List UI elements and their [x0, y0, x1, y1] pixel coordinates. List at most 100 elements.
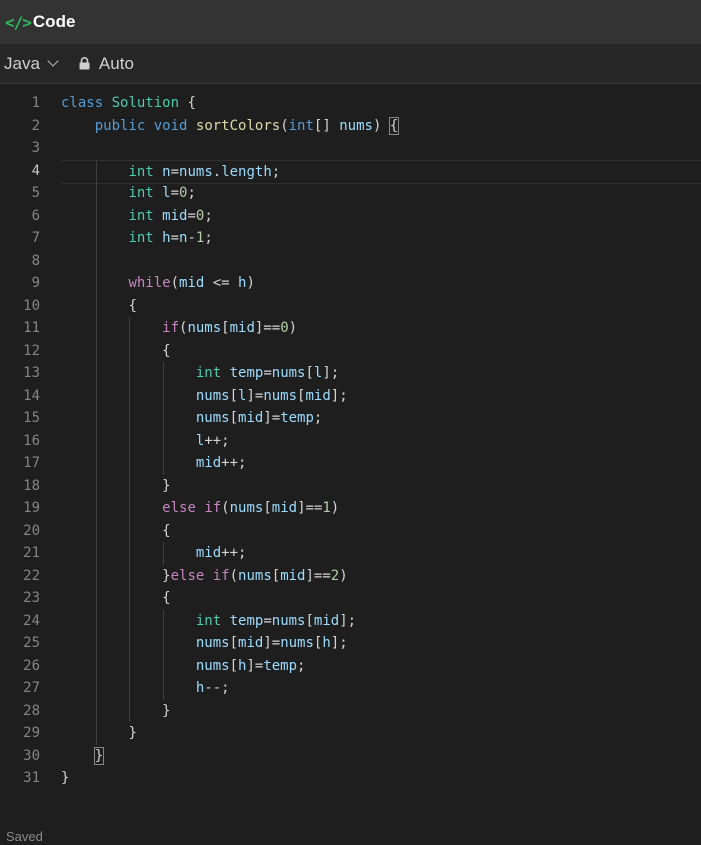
code-text: int l=0; — [61, 182, 701, 205]
token-var: temp — [229, 365, 264, 381]
token-plain: [ — [305, 365, 314, 381]
line-number: 1 — [31, 95, 40, 111]
token-plain: ; — [313, 410, 323, 426]
token-var: nums — [195, 635, 230, 651]
token-var: nums — [195, 387, 230, 404]
token-plain: [] — [313, 117, 340, 134]
token-var: temp — [263, 657, 298, 674]
token-ctl: if — [162, 320, 180, 336]
code-line[interactable]: 4 int n=nums.length; — [0, 159, 701, 184]
code-text: mid++; — [61, 542, 701, 565]
code-line[interactable]: 31} — [0, 767, 701, 790]
language-select[interactable]: Java — [4, 53, 59, 74]
code-line[interactable]: 26 nums[h]=temp; — [0, 654, 701, 677]
token-var: nums — [195, 410, 230, 426]
line-number: 16 — [23, 432, 40, 449]
token-kw: int — [288, 117, 314, 134]
line-number: 24 — [23, 612, 40, 629]
code-line[interactable]: 23 { — [0, 587, 701, 610]
line-number: 17 — [23, 455, 40, 471]
code-line[interactable]: 19 else if(nums[mid]==1) — [0, 497, 701, 520]
code-text: mid++; — [61, 452, 701, 475]
line-number: 13 — [23, 365, 40, 381]
code-line[interactable]: 7 int h=n-1; — [0, 227, 701, 250]
token-var: mid — [195, 545, 222, 561]
code-text: else if(nums[mid]==1) — [61, 497, 701, 520]
token-var: h — [322, 635, 331, 651]
token-plain: . — [212, 163, 222, 180]
token-plain: ( — [221, 500, 230, 516]
code-line[interactable]: 18} — [0, 474, 701, 497]
token-plain: = — [170, 163, 180, 180]
code-line[interactable]: 11 if(nums[mid]==0) — [0, 317, 701, 340]
code-line[interactable]: 14 nums[l]=nums[mid]; — [0, 384, 701, 407]
code-line[interactable]: 5 int l=0; — [0, 182, 701, 205]
token-plain: ; — [187, 185, 196, 201]
code-line[interactable]: 1 class Solution { — [0, 92, 701, 115]
token-plain: [ — [271, 567, 281, 584]
code-text: }else if(nums[mid]==2) — [61, 565, 701, 588]
code-area[interactable]: 1 class Solution {2 public void sortColors… — [0, 92, 701, 812]
token-plain: [ — [229, 635, 239, 651]
line-number: 6 — [31, 207, 40, 224]
token-plain: { — [128, 297, 137, 314]
line-number: 7 — [31, 230, 40, 246]
code-line[interactable]: 2 public void sortColors(int[] nums) { — [0, 115, 701, 138]
token-plain: ( — [280, 117, 289, 134]
code-text: public void sortColors(int[] nums) { — [61, 115, 701, 138]
token-plain: ]= — [263, 635, 281, 651]
code-line[interactable]: 25 nums[mid]=nums[h]; — [0, 632, 701, 655]
auto-mode-button[interactable]: Auto — [79, 54, 134, 74]
token-plain: [ — [305, 612, 314, 629]
code-line[interactable]: 22}else if(nums[mid]==2) — [0, 564, 701, 588]
code-line[interactable]: 24 int temp=nums[mid]; — [0, 609, 701, 632]
line-number: 18 — [23, 477, 40, 494]
code-line[interactable]: 20 { — [0, 519, 701, 542]
token-type: int — [128, 230, 154, 246]
line-number: 30 — [23, 747, 40, 764]
code-line[interactable]: 12 { — [0, 339, 701, 362]
token-var: nums — [187, 320, 222, 336]
token-type: int — [195, 612, 222, 629]
token-plain: ( — [170, 275, 180, 291]
line-number: 28 — [23, 702, 40, 719]
code-line[interactable]: 21 mid++; — [0, 542, 701, 565]
token-var: mid — [238, 410, 264, 426]
token-plain: ) — [288, 320, 298, 336]
code-line[interactable]: 10 { — [0, 294, 701, 317]
code-line[interactable]: 6 int mid=0; — [0, 204, 701, 227]
token-var: mid — [280, 567, 306, 584]
code-line[interactable]: 15 nums[mid]=temp; — [0, 407, 701, 430]
token-type: int — [128, 163, 154, 180]
token-var: mid — [313, 612, 340, 629]
token-plain: } — [128, 725, 137, 741]
line-number: 5 — [31, 185, 40, 201]
token-plain: ]== — [254, 320, 281, 336]
code-line[interactable]: 16 l++; — [0, 429, 701, 452]
token-var: mid — [195, 455, 222, 471]
language-label: Java — [4, 53, 40, 73]
line-number: 9 — [31, 275, 40, 291]
code-line[interactable]: 30} — [0, 745, 701, 768]
line-number: 12 — [23, 342, 40, 359]
token-plain: - — [187, 230, 196, 246]
token-plain: = — [170, 230, 180, 246]
code-line[interactable]: 8 — [0, 249, 701, 272]
code-line[interactable]: 17 mid++; — [0, 452, 701, 475]
code-text: } — [61, 767, 701, 790]
token-plain: [ — [221, 320, 230, 336]
code-line[interactable]: 29} — [0, 722, 701, 745]
code-line[interactable]: 28} — [0, 699, 701, 722]
code-line[interactable]: 9 while(mid <= h) — [0, 272, 701, 295]
line-number: 15 — [23, 410, 40, 426]
code-line[interactable]: 27 h--; — [0, 677, 701, 700]
token-var: nums — [280, 635, 314, 651]
code-line[interactable]: 3 — [0, 137, 701, 160]
code-text: int h=n-1; — [61, 227, 701, 250]
code-line[interactable]: 13 int temp=nums[l]; — [0, 362, 701, 385]
